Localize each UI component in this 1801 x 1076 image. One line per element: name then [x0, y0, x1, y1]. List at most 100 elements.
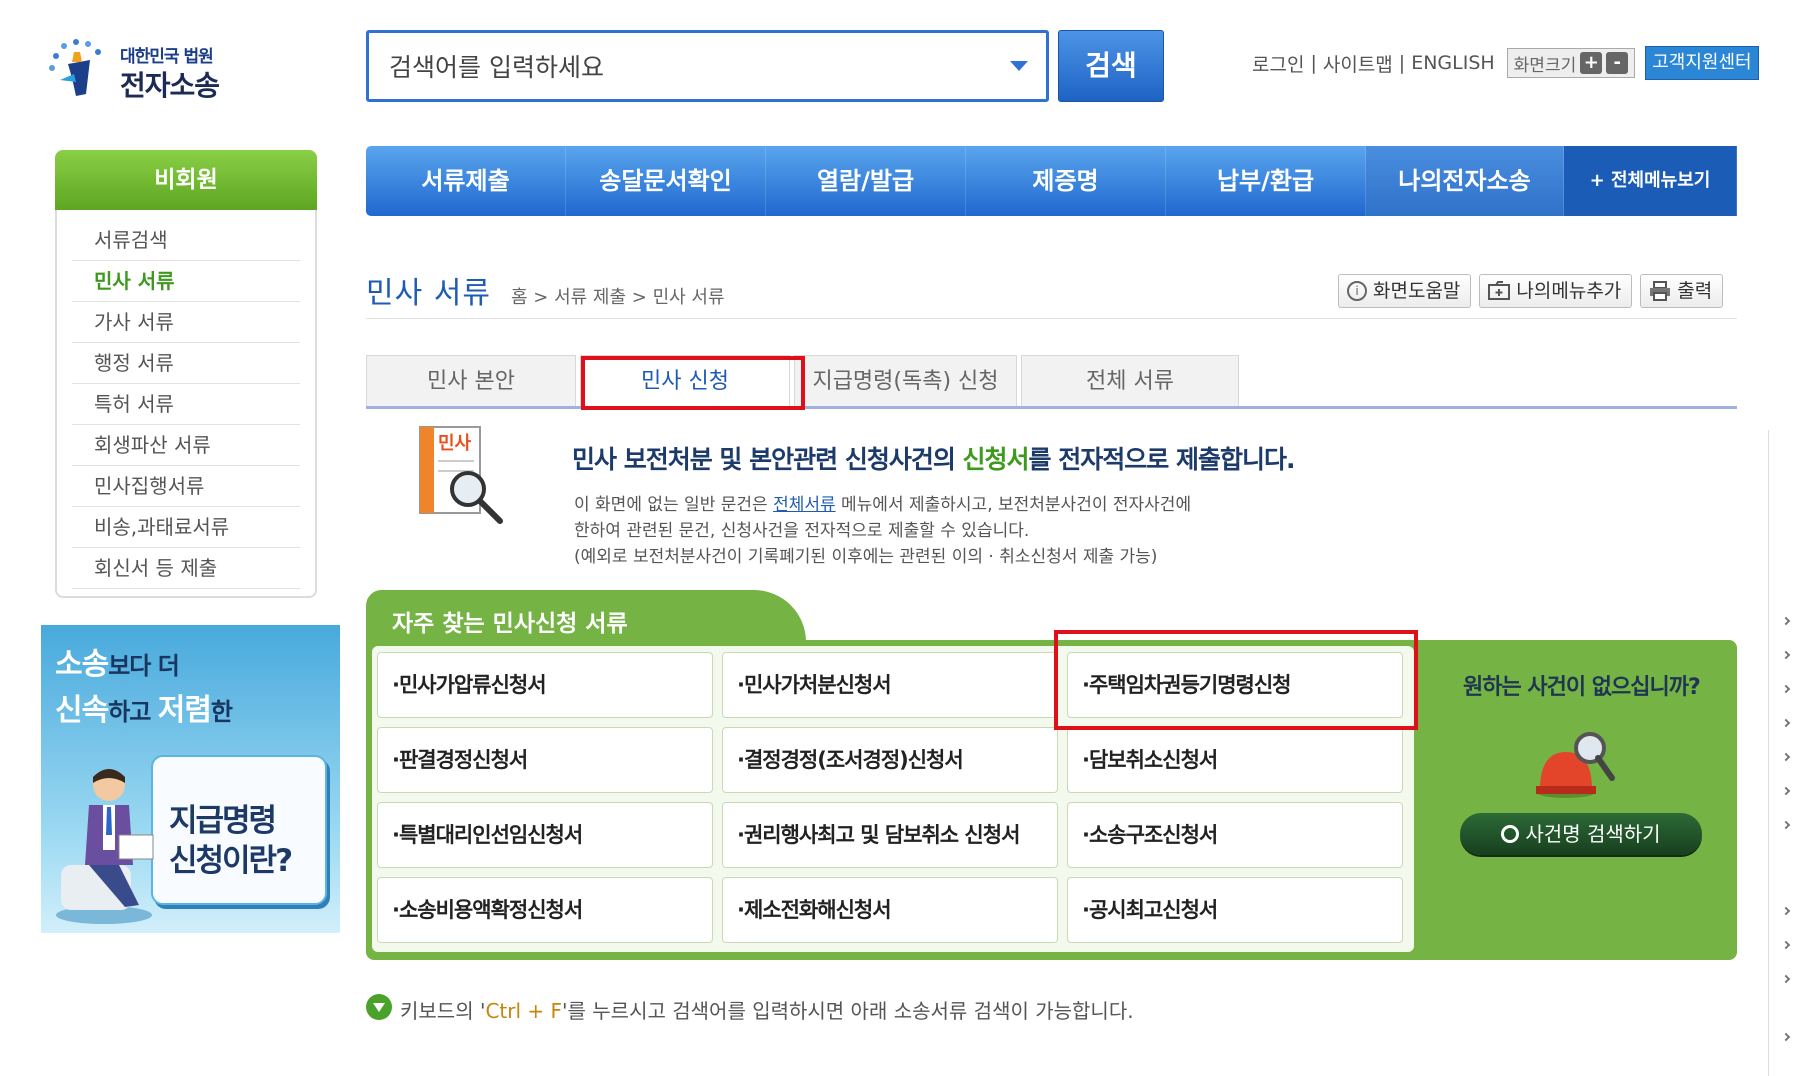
help-button[interactable]: i 화면도움말 — [1338, 274, 1472, 308]
zoom-out-button[interactable]: - — [1606, 52, 1629, 74]
sidebar-title: 비회원 — [55, 150, 317, 210]
nav-document-submit[interactable]: 서류제출 — [366, 146, 566, 216]
separator: | — [1398, 52, 1406, 74]
sidebar-item-patent-docs[interactable]: 특허 서류 — [72, 384, 300, 425]
chevron-right-icon[interactable] — [1781, 616, 1791, 626]
info-description: 이 화면에 없는 일반 문건은 전체서류 메뉴에서 제출하시고, 보전처분사건이… — [574, 492, 1191, 570]
folder-plus-icon — [1488, 281, 1511, 300]
banner-text: 한 — [210, 698, 233, 726]
nav-all-menu-button[interactable]: + 전체메뉴보기 — [1564, 146, 1737, 216]
download-arrow-icon — [366, 994, 392, 1020]
document-magnifier-icon: 민사 — [419, 426, 503, 524]
sidebar-list: 서류검색 민사 서류 가사 서류 행정 서류 특허 서류 회생파산 서류 민사집… — [72, 220, 300, 589]
breadcrumb: 홈 > 서류 제출 > 민사 서류 — [511, 287, 725, 308]
info-headline: 민사 보전처분 및 본안관련 신청사건의 신청서를 전자적으로 제출합니다. — [572, 440, 1295, 476]
sidebar-item-family-docs[interactable]: 가사 서류 — [72, 302, 300, 343]
court-emblem-icon — [49, 39, 101, 96]
court-logo[interactable]: 대한민국 법원 전자소송 — [46, 34, 246, 104]
banner-text: 하고 — [108, 698, 158, 726]
sidebar-item-reply-submit[interactable]: 회신서 등 제출 — [72, 548, 300, 589]
login-link[interactable]: 로그인 — [1252, 50, 1304, 77]
add-my-menu-button[interactable]: 나의메뉴추가 — [1479, 274, 1633, 308]
search-icon — [1501, 825, 1520, 843]
english-link[interactable]: ENGLISH — [1411, 52, 1494, 74]
sidebar-item-admin-docs[interactable]: 행정 서류 — [72, 343, 300, 384]
chevron-right-icon[interactable] — [1781, 974, 1791, 984]
chevron-right-icon[interactable] — [1781, 752, 1791, 762]
headline-highlight: 신청서 — [962, 445, 1030, 474]
all-documents-link[interactable]: 전체서류 — [773, 495, 836, 515]
person-reading-illustration — [56, 769, 154, 924]
doc-link[interactable]: ·특별대리인선임신청서 — [377, 802, 713, 868]
chevron-right-icon[interactable] — [1781, 786, 1791, 796]
tab-payment-order[interactable]: 지급명령(독촉) 신청 — [794, 355, 1017, 406]
highlight-box — [1054, 630, 1418, 730]
add-my-menu-label: 나의메뉴추가 — [1516, 280, 1622, 302]
hint-shortcut: Ctrl + F — [485, 999, 563, 1023]
banner-text: 신속 — [55, 693, 109, 728]
chevron-right-icon[interactable] — [1781, 1032, 1791, 1042]
chevron-right-icon[interactable] — [1781, 940, 1791, 950]
dropdown-arrow-icon[interactable] — [1010, 61, 1028, 71]
search-box — [366, 30, 1049, 102]
print-label: 출력 — [1677, 280, 1713, 302]
doc-link[interactable]: ·담보취소신청서 — [1067, 727, 1403, 793]
doc-link[interactable]: ·판결경정신청서 — [377, 727, 713, 793]
help-button-label: 화면도움말 — [1373, 280, 1461, 302]
desc-line: 한하여 관련된 문건, 신청사건을 전자적으로 제출할 수 있습니다. — [574, 521, 1030, 541]
hint-text: 키보드의 ' — [400, 999, 486, 1023]
banner-text: 저렴 — [157, 693, 212, 728]
banner-line2: 신속하고 저렴한 — [55, 685, 233, 729]
doc-link[interactable]: ·결정경정(조서경정)신청서 — [722, 727, 1058, 793]
nav-payment-refund[interactable]: 납부/환급 — [1166, 146, 1366, 216]
nav-service-check[interactable]: 송달문서확인 — [566, 146, 766, 216]
zoom-in-button[interactable]: + — [1580, 52, 1603, 74]
sidebar-item-bankruptcy-docs[interactable]: 회생파산 서류 — [72, 425, 300, 466]
desc-text: 메뉴에서 제출하시고, 보전처분사건이 전자사건에 — [835, 495, 1192, 515]
banner-text: 소송 — [55, 647, 109, 682]
icon-label: 민사 — [438, 433, 472, 454]
doc-link[interactable]: ·공시최고신청서 — [1067, 877, 1403, 943]
chevron-right-icon[interactable] — [1781, 820, 1791, 830]
frequent-docs-title: 자주 찾는 민사신청 서류 — [392, 611, 628, 637]
doc-link[interactable]: ·민사가처분신청서 — [722, 652, 1058, 718]
sidebar-item-noncontentious-docs[interactable]: 비송,과태료서류 — [72, 507, 300, 548]
sidebar-item-execution-docs[interactable]: 민사집행서류 — [72, 466, 300, 507]
doc-link[interactable]: ·권리행사최고 및 담보취소 신청서 — [722, 802, 1058, 868]
utility-links: 로그인 | 사이트맵 | ENGLISH 화면크기 + - 고객지원센터 — [1252, 46, 1759, 80]
doc-link[interactable]: ·민사가압류신청서 — [377, 652, 713, 718]
doc-link[interactable]: ·소송구조신청서 — [1067, 802, 1403, 868]
sidebar-item-document-search[interactable]: 서류검색 — [72, 220, 300, 261]
chevron-right-icon[interactable] — [1781, 906, 1791, 916]
case-search-label: 사건명 검색하기 — [1525, 822, 1661, 846]
desc-text: 이 화면에 없는 일반 문건은 — [574, 495, 774, 515]
chevron-right-icon[interactable] — [1781, 650, 1791, 660]
chevron-right-icon[interactable] — [1781, 684, 1791, 694]
no-case-question: 원하는 사건이 없으십니까? — [1463, 675, 1701, 700]
nav-view-issue[interactable]: 열람/발급 — [766, 146, 966, 216]
doc-link[interactable]: ·제소전화해신청서 — [722, 877, 1058, 943]
headline-text: 민사 보전처분 및 본안관련 신청사건의 — [572, 445, 963, 474]
highlight-box — [581, 356, 805, 410]
logo-line2: 전자소송 — [120, 69, 220, 102]
sitemap-link[interactable]: 사이트맵 — [1323, 50, 1393, 77]
nav-my-e-litigation[interactable]: 나의전자소송 — [1366, 146, 1564, 216]
customer-center-button[interactable]: 고객지원센터 — [1645, 46, 1759, 80]
main-nav: 서류제출 송달문서확인 열람/발급 제증명 납부/환급 나의전자소송 + 전체메… — [366, 146, 1737, 216]
printer-icon — [1650, 281, 1671, 301]
doc-link[interactable]: ·소송비용액확정신청서 — [377, 877, 713, 943]
case-name-search-button[interactable]: 사건명 검색하기 — [1460, 813, 1702, 855]
tab-all-documents[interactable]: 전체 서류 — [1021, 355, 1239, 406]
search-button[interactable]: 검색 — [1058, 30, 1164, 102]
search-input[interactable] — [389, 47, 969, 87]
keyboard-hint: 키보드의 'Ctrl + F'를 누르시고 검색어를 입력하시면 아래 소송서류… — [400, 995, 1134, 1024]
category-tabs: 민사 본안 민사 신청 지급명령(독촉) 신청 전체 서류 — [366, 355, 1737, 409]
separator: | — [1310, 52, 1317, 74]
chevron-right-icon[interactable] — [1781, 718, 1791, 728]
page-tools: i 화면도움말 나의메뉴추가 출력 — [1338, 274, 1724, 308]
nav-certificates[interactable]: 제증명 — [966, 146, 1166, 216]
sidebar-item-civil-docs[interactable]: 민사 서류 — [72, 261, 300, 302]
print-button[interactable]: 출력 — [1640, 274, 1724, 308]
payment-order-banner[interactable]: 소송보다 더 신속하고 저렴한 지급명령 신청이란? — [41, 625, 340, 933]
tab-civil-main[interactable]: 민사 본안 — [366, 355, 576, 406]
